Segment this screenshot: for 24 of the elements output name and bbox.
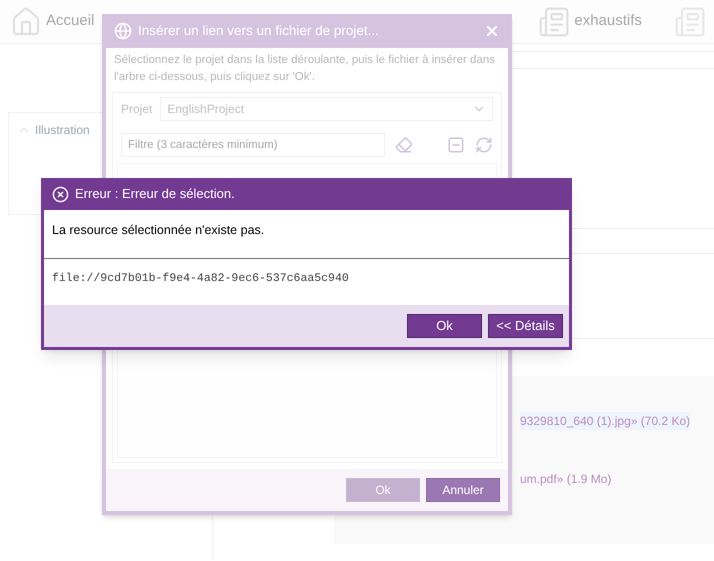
error-title: Erreur : Erreur de sélection. <box>75 185 235 204</box>
close-icon[interactable] <box>484 23 500 39</box>
ok-button[interactable]: Ok <box>407 314 482 338</box>
panel-title: Illustration <box>35 122 90 139</box>
attachment-link[interactable]: um.pdf» (1.9 Mo) <box>520 470 612 488</box>
home-icon <box>10 6 42 38</box>
error-message: La resource sélectionnée n'existe pas. <box>52 223 264 237</box>
toolbar-button[interactable]: exhaustifs <box>534 2 646 42</box>
error-details: file://9cd7b01b-f9e4-4a82-9ec6-537c6aa5c940 <box>52 272 349 285</box>
instructions-text: Sélectionnez le projet dans la liste déroulante, puis le fichier à insérer dans l'arbre ci-dessous, puis cliquez sur 'Ok'. <box>113 53 496 85</box>
cancel-button[interactable]: Annuler <box>426 478 500 502</box>
details-button[interactable]: << Détails <box>488 314 563 338</box>
project-label: Projet <box>121 101 152 118</box>
attachment-link[interactable]: 9329810_640 (1).jpg» (70.2 Ko) <box>520 412 690 430</box>
error-icon <box>52 186 69 202</box>
globe-icon <box>114 22 132 40</box>
document-icon <box>538 6 570 38</box>
toolbar-button[interactable]: Accueil <box>6 2 98 42</box>
refresh-icon[interactable] <box>475 136 493 154</box>
project-select[interactable]: EnglishProject <box>160 97 493 121</box>
dialog-title: Insérer un lien vers un fichier de projet... <box>138 22 380 40</box>
eraser-icon[interactable] <box>395 136 414 154</box>
collapse-icon[interactable] <box>447 136 466 154</box>
filter-field[interactable]: Filtre (3 caractères minimum) <box>121 133 386 157</box>
